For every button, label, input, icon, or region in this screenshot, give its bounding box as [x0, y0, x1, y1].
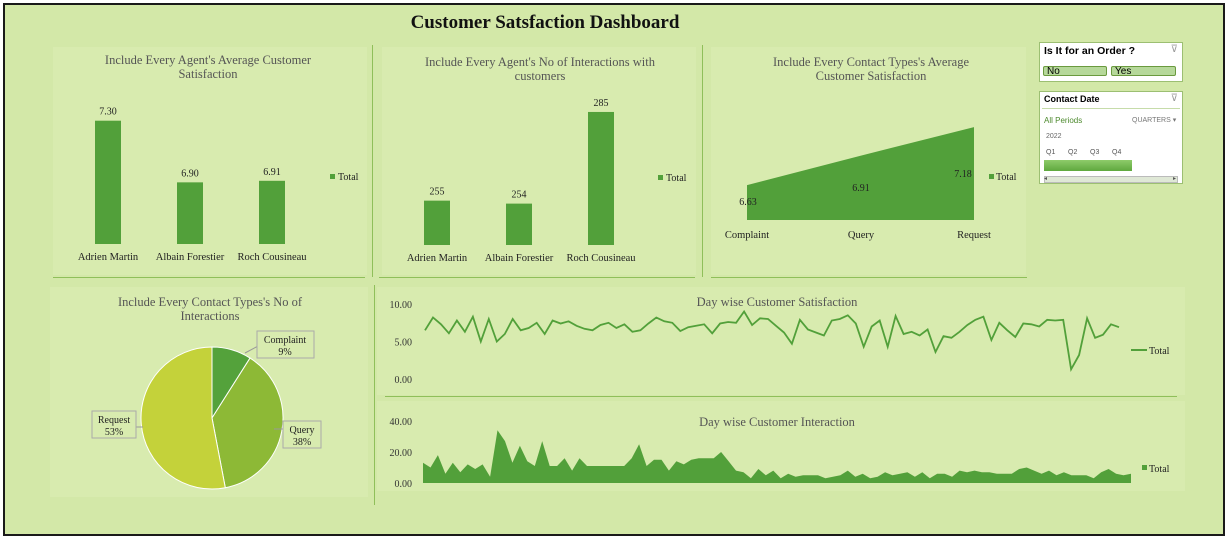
data-label: 6.63 — [739, 197, 757, 208]
chevron-down-icon: ▾ — [1172, 117, 1177, 124]
slice-label: Complaint — [264, 335, 306, 346]
separator-h2 — [379, 277, 695, 278]
separator-h1 — [53, 277, 365, 278]
data-label: 255 — [430, 187, 445, 198]
quarter-label-q2: Q2 — [1068, 149, 1078, 156]
legend-swatch — [658, 175, 663, 180]
quarter-timeline-bar[interactable] — [1044, 160, 1132, 171]
order-option-no[interactable]: No — [1043, 66, 1107, 77]
data-label: 7.18 — [954, 169, 972, 180]
clear-filter-icon[interactable]: ⊽ — [1171, 93, 1178, 104]
y-tick-label: 20.00 — [390, 448, 413, 459]
legend-label: Total — [1149, 346, 1170, 357]
category-label: Albain Forestier — [156, 252, 225, 263]
bar — [259, 180, 285, 244]
contact-interactions-title: Include Every Contact Types's No of Inte… — [117, 295, 303, 323]
agent-interactions-panel: Include Every Agent's No of Interactions… — [382, 47, 696, 275]
category-label: Query — [848, 230, 875, 241]
slice-percent: 38% — [293, 437, 311, 448]
legend-label: Total — [666, 173, 687, 184]
category-label: Complaint — [725, 230, 769, 241]
separator-v3 — [374, 285, 375, 505]
year-label: 2022 — [1046, 133, 1062, 140]
data-label: 6.90 — [181, 168, 199, 179]
quarter-label-q3: Q3 — [1090, 149, 1100, 156]
order-option-yes[interactable]: Yes — [1111, 66, 1176, 77]
quarter-label-q1: Q1 — [1046, 149, 1056, 156]
data-label: 6.91 — [852, 183, 870, 194]
slice-percent: 53% — [105, 427, 123, 438]
slice-label: Request — [98, 415, 130, 426]
data-label: 7.30 — [99, 107, 117, 118]
bar — [95, 120, 121, 244]
category-label: Adrien Martin — [78, 252, 139, 263]
day-satisfaction-title: Day wise Customer Satisfaction — [696, 295, 858, 309]
category-label: Roch Cousineau — [566, 253, 636, 264]
data-label: 285 — [594, 98, 609, 109]
y-tick-label: 5.00 — [395, 338, 413, 349]
contact-date-title: Contact Date — [1044, 94, 1100, 104]
scroll-right-icon[interactable]: ▸ — [1173, 175, 1176, 182]
legend-swatch — [330, 174, 335, 179]
scroll-left-icon[interactable]: ◂ — [1044, 175, 1047, 182]
y-tick-label: 40.00 — [390, 417, 413, 428]
contact-date-slicer[interactable]: Contact Date ⊽ All Periods QUARTERS ▾ 20… — [1039, 91, 1183, 184]
bar — [588, 111, 614, 246]
separator-h3 — [711, 277, 1027, 278]
bar — [506, 203, 532, 245]
category-label: Request — [957, 230, 991, 241]
y-tick-label: 0.00 — [395, 479, 413, 490]
contact-satisfaction-title: Include Every Contact Types's Average Cu… — [773, 55, 969, 83]
category-label: Albain Forestier — [485, 253, 554, 264]
slice-label: Query — [290, 425, 315, 436]
timeline-scrollbar[interactable] — [1044, 176, 1178, 183]
day-interaction-title: Day wise Customer Interaction — [699, 415, 855, 429]
area-series — [747, 127, 974, 220]
separator-v2 — [702, 45, 703, 277]
bar — [424, 200, 450, 245]
dashboard-frame: Customer Satsfaction Dashboard Include E… — [3, 3, 1225, 536]
area-series — [423, 430, 1131, 483]
agent-satisfaction-panel: Include Every Agent's Average Customer S… — [53, 47, 367, 275]
y-tick-label: 10.00 — [390, 300, 413, 311]
data-label: 6.91 — [263, 167, 281, 178]
legend-swatch — [989, 174, 994, 179]
line-series — [424, 309, 1120, 373]
day-satisfaction-panel: Day wise Customer Satisfaction 10.00 5.00… — [377, 287, 1185, 395]
clear-filter-icon[interactable]: ⊽ — [1171, 44, 1178, 55]
legend-label: Total — [338, 172, 359, 183]
agent-satisfaction-title: Include Every Agent's Average Customer S… — [104, 53, 312, 81]
legend-label: Total — [1149, 464, 1170, 475]
order-slicer[interactable]: Is It for an Order ? ⊽ No Yes — [1039, 42, 1183, 82]
day-interaction-panel: Day wise Customer Interaction 40.00 20.00… — [377, 401, 1185, 491]
legend-swatch — [1142, 465, 1147, 470]
dashboard-title: Customer Satsfaction Dashboard — [410, 12, 680, 33]
legend-label: Total — [996, 172, 1017, 183]
slice-percent: 9% — [278, 347, 291, 358]
contact-satisfaction-panel: Include Every Contact Types's Average Cu… — [711, 47, 1026, 275]
data-label: 254 — [512, 190, 527, 201]
agent-interactions-title: Include Every Agent's No of Interactions… — [425, 55, 655, 83]
category-label: Adrien Martin — [407, 253, 468, 264]
time-level-label: QUARTERS — [1132, 117, 1171, 124]
agent-satisfaction-chart: 7.30 Adrien Martin 6.90 Albain Forestier 6.9… — [78, 107, 359, 263]
bar — [177, 182, 203, 244]
all-periods-label[interactable]: All Periods — [1044, 116, 1082, 125]
contact-interactions-panel: Include Every Contact Types's No of Inte… — [50, 287, 368, 497]
separator-v1 — [372, 45, 373, 277]
separator-h4 — [385, 396, 1177, 397]
quarter-label-q4: Q4 — [1112, 149, 1122, 156]
time-level-select[interactable]: QUARTERS ▾ — [1132, 116, 1176, 124]
order-slicer-title: Is It for an Order ? — [1044, 45, 1136, 57]
y-tick-label: 0.00 — [395, 375, 413, 386]
category-label: Roch Cousineau — [237, 252, 307, 263]
slicer-divider — [1042, 108, 1180, 109]
